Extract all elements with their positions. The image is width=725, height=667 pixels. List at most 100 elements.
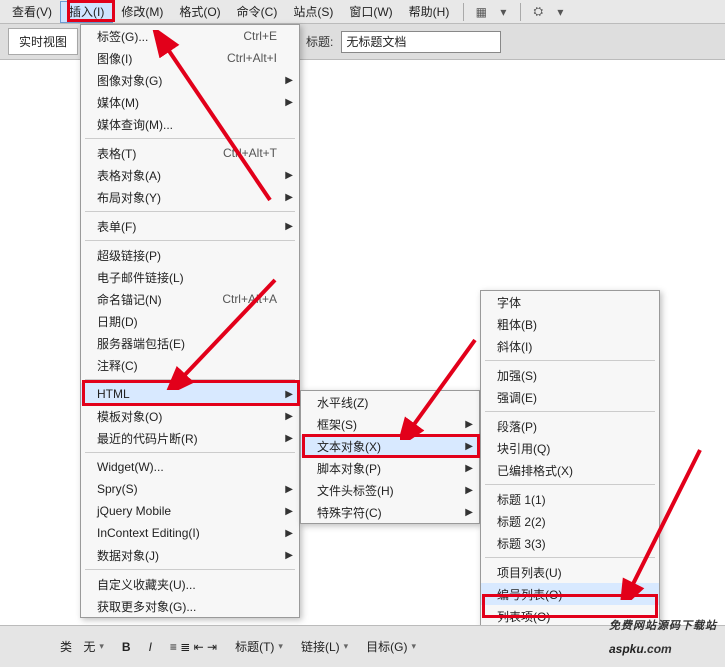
text-item[interactable]: 标题 2(2)	[481, 510, 659, 532]
submenu-arrow-icon: ▶	[465, 507, 473, 518]
insert-item[interactable]: 标签(G)... Ctrl+E	[81, 25, 299, 47]
insert-item[interactable]: 表单(F)▶	[81, 215, 299, 237]
menu-separator	[85, 452, 295, 453]
insert-item[interactable]: 布局对象(Y) ▶	[81, 186, 299, 208]
submenu-arrow-icon: ▶	[285, 506, 293, 517]
html-item[interactable]: 框架(S)▶	[301, 413, 479, 435]
submenu-arrow-icon: ▶	[465, 485, 473, 496]
insert-item[interactable]: 命名锚记(N)Ctrl+Alt+A	[81, 288, 299, 310]
heading-selector[interactable]: 标题(T)	[235, 638, 283, 655]
menu-item-label: 日期(D)	[97, 313, 277, 330]
insert-item[interactable]: Widget(W)...	[81, 456, 299, 478]
realtime-view-tab[interactable]: 实时视图	[8, 28, 78, 55]
menu-shortcut: Ctrl+E	[243, 29, 277, 43]
html-item[interactable]: 水平线(Z)	[301, 391, 479, 413]
menu-insert[interactable]: 插入(I)	[60, 1, 113, 23]
text-item[interactable]: 标题 3(3)	[481, 532, 659, 554]
insert-item[interactable]: 媒体查询(M)...	[81, 113, 299, 135]
insert-item[interactable]: jQuery Mobile▶	[81, 500, 299, 522]
insert-item[interactable]: 自定义收藏夹(U)...	[81, 573, 299, 595]
watermark-tld: .com	[644, 642, 672, 656]
text-item[interactable]: 标题 1(1)	[481, 488, 659, 510]
text-item[interactable]: 已编排格式(X)	[481, 459, 659, 481]
menu-site[interactable]: 站点(S)	[285, 1, 341, 23]
html-item[interactable]: 文本对象(X)▶	[301, 435, 479, 457]
insert-item[interactable]: 数据对象(J)▶	[81, 544, 299, 566]
text-item[interactable]: 字体	[481, 291, 659, 313]
menu-modify[interactable]: 修改(M)	[113, 1, 171, 23]
insert-item[interactable]: 最近的代码片断(R)▶	[81, 427, 299, 449]
menu-separator	[485, 360, 655, 361]
align-icons[interactable]: ≡ ≣ ⇤ ⇥	[170, 640, 217, 654]
menu-item-label: 加强(S)	[497, 367, 637, 384]
class-value: 无	[83, 638, 95, 655]
text-item[interactable]: 加强(S)	[481, 364, 659, 386]
insert-item[interactable]: 模板对象(O)▶	[81, 405, 299, 427]
html-item[interactable]: 脚本对象(P)▶	[301, 457, 479, 479]
bold-button[interactable]: B	[122, 640, 131, 654]
menu-view[interactable]: 查看(V)	[4, 1, 60, 23]
menu-shortcut: Ctrl+Alt+I	[227, 51, 277, 65]
menu-item-label: 编号列表(O)	[497, 586, 637, 603]
submenu-arrow-icon: ▶	[285, 221, 293, 232]
insert-item[interactable]: 图像对象(G)▶	[81, 69, 299, 91]
submenu-arrow-icon: ▶	[285, 192, 293, 203]
insert-item[interactable]: InContext Editing(I)▶	[81, 522, 299, 544]
target-selector[interactable]: 目标(G)	[366, 638, 416, 655]
watermark-brand: aspku	[609, 642, 644, 656]
submenu-arrow-icon: ▶	[285, 484, 293, 495]
text-item[interactable]: 段落(P)	[481, 415, 659, 437]
html-item[interactable]: 特殊字符(C)▶	[301, 501, 479, 523]
menu-shortcut: Ctrl+Alt+T	[223, 146, 277, 160]
class-selector[interactable]: 类 无	[60, 638, 104, 655]
link-selector[interactable]: 链接(L)	[301, 638, 348, 655]
text-item[interactable]: 强调(E)	[481, 386, 659, 408]
text-item[interactable]: 项目列表(U)	[481, 561, 659, 583]
insert-item[interactable]: 超级链接(P)	[81, 244, 299, 266]
insert-item[interactable]: 注释(C)	[81, 354, 299, 376]
insert-item[interactable]: 日期(D)	[81, 310, 299, 332]
menu-help[interactable]: 帮助(H)	[401, 1, 458, 23]
tool-icon[interactable]: ⛭	[529, 3, 547, 21]
submenu-arrow-icon: ▶	[465, 441, 473, 452]
title-input[interactable]	[341, 31, 501, 53]
insert-item[interactable]: 获取更多对象(G)...	[81, 595, 299, 617]
menu-item-label: 媒体(M)	[97, 94, 277, 111]
insert-item[interactable]: 表格(T)Ctrl+Alt+T	[81, 142, 299, 164]
insert-item[interactable]: Spry(S) ▶	[81, 478, 299, 500]
menu-window[interactable]: 窗口(W)	[341, 1, 400, 23]
layout-icon[interactable]: ▦	[472, 3, 490, 21]
menu-separator	[485, 484, 655, 485]
insert-item[interactable]: 媒体(M) ▶	[81, 91, 299, 113]
submenu-arrow-icon: ▶	[285, 389, 293, 400]
italic-button[interactable]: I	[149, 640, 152, 654]
menu-item-label: 标签(G)...	[97, 28, 213, 45]
menu-item-label: 注释(C)	[97, 357, 277, 374]
html-item[interactable]: 文件头标签(H)▶	[301, 479, 479, 501]
chevron-down-icon[interactable]: ▾	[494, 3, 512, 21]
submenu-arrow-icon: ▶	[285, 170, 293, 181]
menu-item-label: 超级链接(P)	[97, 247, 277, 264]
insert-item[interactable]: 图像(I)Ctrl+Alt+I	[81, 47, 299, 69]
menu-item-label: 布局对象(Y)	[97, 189, 277, 206]
insert-item[interactable]: HTML▶	[81, 383, 299, 405]
text-item[interactable]: 斜体(I)	[481, 335, 659, 357]
menu-format[interactable]: 格式(O)	[171, 1, 228, 23]
text-item[interactable]: 编号列表(O)	[481, 583, 659, 605]
menu-item-label: Spry(S)	[97, 482, 277, 496]
submenu-arrow-icon: ▶	[465, 419, 473, 430]
insert-item[interactable]: 服务器端包括(E)	[81, 332, 299, 354]
submenu-arrow-icon: ▶	[285, 433, 293, 444]
chevron-down-icon[interactable]: ▾	[551, 3, 569, 21]
menu-item-label: 段落(P)	[497, 418, 637, 435]
submenu-arrow-icon: ▶	[285, 75, 293, 86]
text-item[interactable]: 粗体(B)	[481, 313, 659, 335]
menu-item-label: 电子邮件链接(L)	[97, 269, 277, 286]
html-submenu: 水平线(Z)框架(S)▶文本对象(X)▶脚本对象(P)▶文件头标签(H)▶特殊字…	[300, 390, 480, 524]
insert-item[interactable]: 表格对象(A)▶	[81, 164, 299, 186]
menu-item-label: 获取更多对象(G)...	[97, 598, 277, 615]
submenu-arrow-icon: ▶	[285, 97, 293, 108]
menu-command[interactable]: 命令(C)	[229, 1, 286, 23]
insert-item[interactable]: 电子邮件链接(L)	[81, 266, 299, 288]
text-item[interactable]: 块引用(Q)	[481, 437, 659, 459]
